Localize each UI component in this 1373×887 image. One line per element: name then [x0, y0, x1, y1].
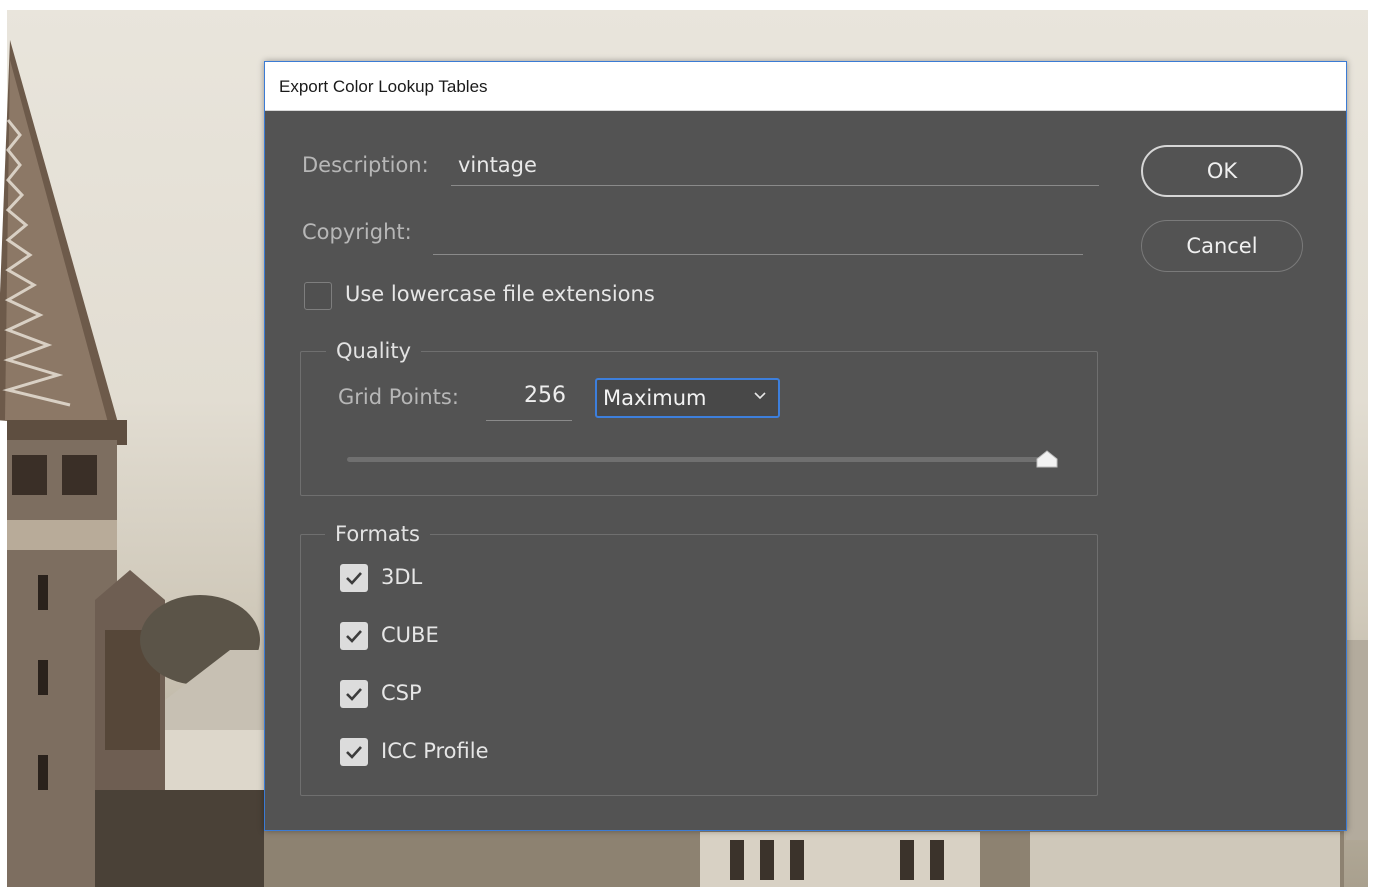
format-csp-checkbox[interactable] [340, 680, 368, 708]
checkmark-icon [346, 630, 362, 643]
grid-points-label: Grid Points: [338, 385, 459, 409]
lowercase-extensions-label[interactable]: Use lowercase file extensions [345, 282, 655, 306]
quality-preset-value: Maximum [603, 386, 707, 410]
lowercase-extensions-checkbox[interactable] [304, 282, 332, 310]
grid-points-slider-track[interactable] [347, 457, 1047, 462]
copyright-underline [433, 254, 1083, 255]
format-icc-profile-checkbox[interactable] [340, 738, 368, 766]
cancel-button[interactable]: Cancel [1141, 220, 1303, 272]
format-3dl-checkbox[interactable] [340, 564, 368, 592]
dialog-title: Export Color Lookup Tables [279, 77, 488, 96]
format-3dl-label[interactable]: 3DL [381, 565, 422, 589]
grid-points-input[interactable]: 256 [486, 383, 566, 408]
copyright-label: Copyright: [302, 220, 412, 244]
format-cube-checkbox[interactable] [340, 622, 368, 650]
description-label: Description: [302, 153, 429, 177]
formats-legend: Formats [325, 522, 430, 546]
quality-legend: Quality [326, 339, 422, 363]
chevron-down-icon [754, 392, 766, 400]
description-underline [451, 185, 1099, 186]
grid-points-underline [486, 420, 572, 421]
export-color-lookup-dialog: Export Color Lookup Tables Description: … [264, 61, 1347, 831]
format-cube-label[interactable]: CUBE [381, 623, 439, 647]
checkmark-icon [346, 746, 362, 759]
grid-points-slider-thumb[interactable] [1035, 449, 1059, 469]
format-csp-label[interactable]: CSP [381, 681, 422, 705]
quality-group [300, 351, 1098, 496]
quality-preset-select[interactable]: Maximum [595, 378, 780, 418]
checkmark-icon [346, 688, 362, 701]
ok-button[interactable]: OK [1141, 145, 1303, 197]
dialog-titlebar[interactable]: Export Color Lookup Tables [265, 62, 1346, 111]
copyright-input[interactable] [441, 220, 1081, 250]
checkmark-icon [346, 572, 362, 585]
description-input[interactable]: vintage [458, 153, 537, 177]
format-icc-profile-label[interactable]: ICC Profile [381, 739, 489, 763]
